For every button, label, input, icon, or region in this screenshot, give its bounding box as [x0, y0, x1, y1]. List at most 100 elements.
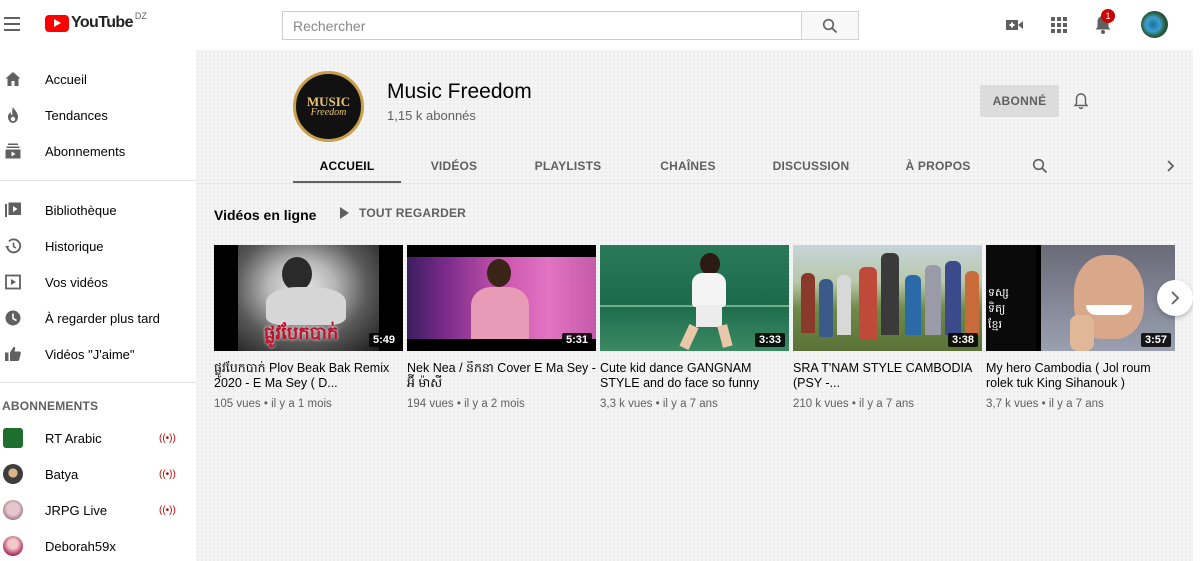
subscriptions-icon — [4, 142, 22, 160]
youtube-play-icon — [45, 14, 69, 32]
search-icon — [822, 18, 838, 33]
channel-avatar — [3, 428, 23, 448]
tab-videos[interactable]: VIDÉOS — [421, 148, 487, 183]
tab-discussion[interactable]: DISCUSSION — [766, 148, 856, 183]
tabs-next-chevron-icon[interactable] — [1160, 148, 1180, 183]
sidebar-item-liked-videos[interactable]: Vidéos "J'aime" — [0, 336, 196, 372]
video-duration: 5:49 — [368, 333, 399, 347]
subscription-label: Deborah59x — [45, 538, 116, 554]
watch-later-icon — [4, 309, 22, 327]
channel-logo[interactable]: MUSIC Freedom — [293, 71, 364, 142]
tab-channels[interactable]: CHAÎNES — [651, 148, 725, 183]
sidebar-item-label: Vidéos "J'aime" — [45, 346, 135, 362]
video-duration: 5:31 — [561, 333, 592, 347]
video-meta: 105 vues • il y a 1 mois — [214, 398, 332, 410]
home-icon — [4, 70, 22, 88]
subscription-label: JRPG Live — [45, 502, 108, 518]
sidebar-item-your-videos[interactable]: Vos vidéos — [0, 264, 196, 300]
tab-playlists[interactable]: PLAYLISTS — [526, 148, 610, 183]
video-card[interactable]: ទស្ស ទិត្យ ខ្មែរ 3:57 My hero Cambodia ( J… — [986, 245, 1175, 410]
sidebar-item-label: Vos vidéos — [45, 274, 108, 290]
video-title[interactable]: Nek Nea / នឹកនា Cover E Ma Sey - អ៊ី ម៉ា… — [407, 361, 596, 391]
video-duration: 3:38 — [947, 333, 978, 347]
tabs-divider — [196, 183, 1200, 184]
subscription-item-deborah59x[interactable]: Deborah59x — [0, 528, 196, 561]
video-title[interactable]: Cute kid dance GANGNAM STYLE and do face… — [600, 361, 789, 391]
youtube-logo[interactable]: YouTube DZ — [45, 11, 147, 32]
live-icon: ((•)) — [159, 504, 176, 516]
sidebar-item-history[interactable]: Historique — [0, 228, 196, 264]
video-meta: 210 k vues • il y a 7 ans — [793, 398, 915, 410]
live-icon: ((•)) — [159, 468, 176, 480]
channel-avatar — [3, 536, 23, 556]
video-thumbnail[interactable]: 5:31 — [407, 245, 596, 351]
channel-avatar — [3, 464, 23, 484]
sidebar: Accueil Tendances Abonnements Bibliothèq… — [0, 50, 196, 561]
search-button[interactable] — [801, 11, 859, 40]
your-videos-icon — [4, 273, 22, 291]
subscription-label: RT Arabic — [45, 430, 102, 446]
subscription-item-jrpg-live[interactable]: JRPG Live ((•)) — [0, 492, 196, 528]
video-thumbnail[interactable]: ផ្លូវបែកបាក់ 5:49 — [214, 245, 403, 351]
sidebar-item-label: À regarder plus tard — [45, 310, 160, 326]
live-icon: ((•)) — [159, 432, 176, 444]
fire-icon — [4, 106, 22, 124]
sidebar-item-subscriptions[interactable]: Abonnements — [0, 133, 196, 169]
menu-icon[interactable] — [4, 14, 22, 34]
tab-about[interactable]: À PROPOS — [898, 148, 978, 183]
video-duration: 3:33 — [754, 333, 785, 347]
subscription-label: Batya — [45, 466, 79, 482]
logo-text: YouTube — [71, 14, 133, 31]
video-card[interactable]: ផ្លូវបែកបាក់ 5:49 ផ្លូវបែកបាក់ Plov Beak… — [214, 245, 403, 410]
play-all-button[interactable]: TOUT REGARDER — [339, 206, 466, 220]
channel-name: Music Freedom — [387, 80, 532, 103]
subscriptions-section-title: ABONNEMENTS — [2, 399, 99, 413]
thumbs-up-icon — [4, 345, 22, 363]
shelf-next-button[interactable] — [1157, 280, 1193, 316]
search-bar — [282, 11, 859, 40]
channel-tabs: ACCUEIL VIDÉOS PLAYLISTS CHAÎNES DISCUSS… — [196, 148, 1200, 183]
sidebar-item-label: Abonnements — [45, 143, 126, 159]
logo-country: DZ — [134, 11, 147, 21]
notifications-bell-icon[interactable]: 1 — [1092, 9, 1115, 36]
apps-grid-icon[interactable] — [1048, 14, 1070, 36]
channel-search-icon[interactable] — [1030, 148, 1050, 183]
sidebar-item-trending[interactable]: Tendances — [0, 97, 196, 133]
sidebar-divider — [0, 382, 196, 383]
sidebar-item-library[interactable]: Bibliothèque — [0, 192, 196, 228]
video-meta: 194 vues • il y a 2 mois — [407, 398, 525, 410]
scrollbar[interactable] — [1193, 50, 1200, 561]
chevron-right-icon — [1171, 291, 1180, 305]
video-card[interactable]: 5:31 Nek Nea / នឹកនា Cover E Ma Sey - អ៊… — [407, 245, 596, 410]
video-title[interactable]: ផ្លូវបែកបាក់ Plov Beak Bak Remix 2020 - … — [214, 361, 403, 391]
video-title[interactable]: My hero Cambodia ( Jol roum rolek tuk Ki… — [986, 361, 1175, 391]
video-duration: 3:57 — [1140, 333, 1171, 347]
video-meta: 3,7 k vues • il y a 7 ans — [986, 398, 1104, 410]
video-thumbnail[interactable]: ទស្ស ទិត្យ ខ្មែរ 3:57 — [986, 245, 1175, 351]
sidebar-item-home[interactable]: Accueil — [0, 61, 196, 97]
play-icon — [340, 207, 349, 219]
tab-home[interactable]: ACCUEIL — [293, 148, 401, 183]
subscribed-button[interactable]: ABONNÉ — [980, 85, 1059, 117]
video-thumbnail[interactable]: 3:38 — [793, 245, 982, 351]
channel-avatar — [3, 500, 23, 520]
sidebar-item-label: Historique — [45, 238, 104, 254]
account-avatar[interactable] — [1141, 11, 1168, 38]
channel-logo-subtext: Freedom — [310, 106, 347, 118]
history-icon — [4, 237, 22, 255]
video-card[interactable]: 3:38 SRA T'NAM STYLE CAMBODIA (PSY -... … — [793, 245, 982, 410]
notification-count-badge: 1 — [1101, 9, 1115, 23]
subscription-item-rt-arabic[interactable]: RT Arabic ((•)) — [0, 420, 196, 456]
sidebar-item-label: Bibliothèque — [45, 202, 117, 218]
video-title[interactable]: SRA T'NAM STYLE CAMBODIA (PSY -... — [793, 361, 982, 391]
video-thumbnail[interactable]: 3:33 — [600, 245, 789, 351]
sidebar-item-label: Tendances — [45, 107, 108, 123]
video-card[interactable]: 3:33 Cute kid dance GANGNAM STYLE and do… — [600, 245, 789, 410]
subscription-item-batya[interactable]: Batya ((•)) — [0, 456, 196, 492]
sidebar-item-watch-later[interactable]: À regarder plus tard — [0, 300, 196, 336]
create-video-icon[interactable] — [1004, 14, 1026, 36]
channel-logo-text: MUSIC — [306, 93, 351, 109]
sidebar-item-label: Accueil — [45, 71, 87, 87]
notification-bell-icon[interactable] — [1072, 92, 1090, 110]
search-input[interactable] — [282, 11, 801, 40]
